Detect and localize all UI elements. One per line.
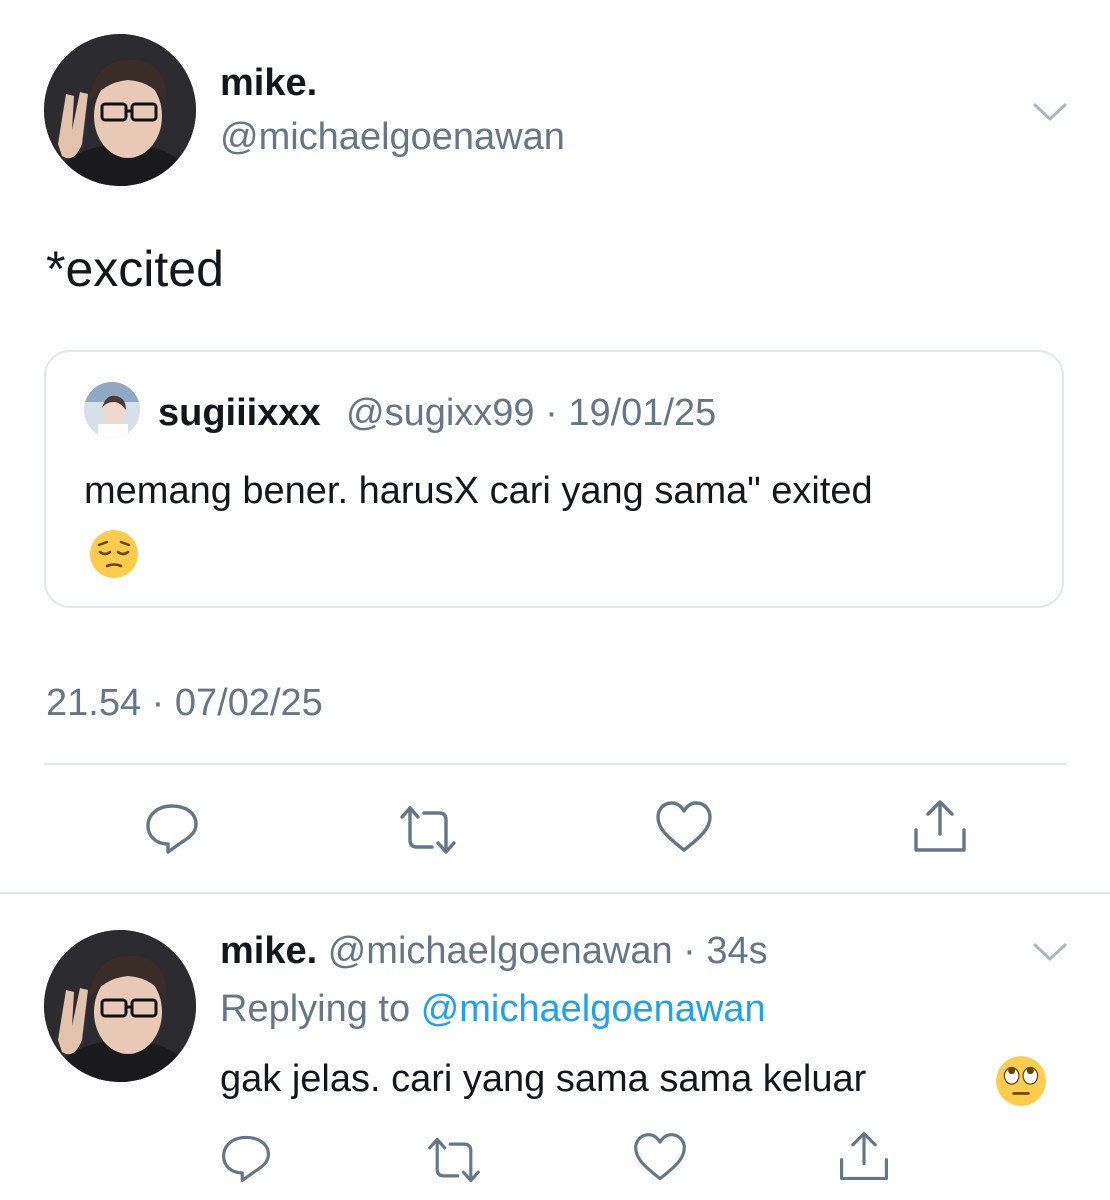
heart-icon (634, 1133, 686, 1181)
replying-to: Replying to @michaelgoenawan (220, 988, 766, 1031)
share-button[interactable] (836, 1128, 892, 1184)
author-name[interactable]: mike. (220, 62, 317, 105)
replying-to-label: Replying to (220, 988, 411, 1030)
like-button[interactable] (654, 798, 714, 858)
user-avatar-icon (44, 34, 196, 186)
heart-icon (656, 801, 712, 852)
share-icon (914, 800, 966, 852)
tweet-text: *excited (46, 241, 224, 297)
divider (0, 892, 1110, 894)
share-button[interactable] (910, 796, 970, 856)
divider (44, 763, 1066, 765)
replying-to-handle[interactable]: @michaelgoenawan (421, 988, 766, 1030)
reply-header: mike. @michaelgoenawan · 34s (220, 930, 768, 973)
chevron-down-icon[interactable] (1032, 940, 1068, 964)
like-button[interactable] (632, 1130, 688, 1186)
quoted-tweet-text: memang bener. harusX cari yang sama" exi… (84, 470, 873, 512)
reply-tweet-text: gak jelas. cari yang sama sama keluar (220, 1058, 867, 1100)
reply-author-name[interactable]: mike. (220, 930, 317, 972)
retweet-button[interactable] (398, 800, 458, 860)
pensive-face-icon (90, 530, 138, 578)
quoted-author-handle-date: @sugixx99 · 19/01/25 (346, 392, 717, 434)
tweet-detail-view: mike. @michaelgoenawan *excited sugiiixx… (0, 0, 1110, 1200)
chevron-down-icon[interactable] (1032, 100, 1068, 124)
reply-author-avatar[interactable] (44, 930, 196, 1082)
reply-icon (146, 804, 198, 854)
reply-button[interactable] (218, 1130, 274, 1186)
share-icon (840, 1132, 888, 1180)
user-avatar-icon (44, 930, 196, 1082)
user-avatar-icon (84, 382, 140, 438)
retweet-icon (400, 806, 456, 854)
reply-author-handle-time[interactable]: @michaelgoenawan · 34s (328, 930, 768, 972)
quoted-author-avatar (84, 382, 140, 438)
reply-icon (222, 1135, 270, 1182)
retweet-icon (428, 1137, 480, 1183)
retweet-button[interactable] (426, 1132, 482, 1188)
rolling-eyes-face-icon (996, 1056, 1046, 1106)
author-avatar[interactable] (44, 34, 196, 186)
author-handle[interactable]: @michaelgoenawan (220, 116, 565, 159)
quoted-author-name: sugiiixxx (158, 392, 321, 434)
reply-button[interactable] (142, 798, 202, 858)
tweet-timestamp: 21.54 · 07/02/25 (46, 682, 323, 724)
quoted-tweet[interactable]: sugiiixxx @sugixx99 · 19/01/25 memang be… (44, 350, 1064, 608)
